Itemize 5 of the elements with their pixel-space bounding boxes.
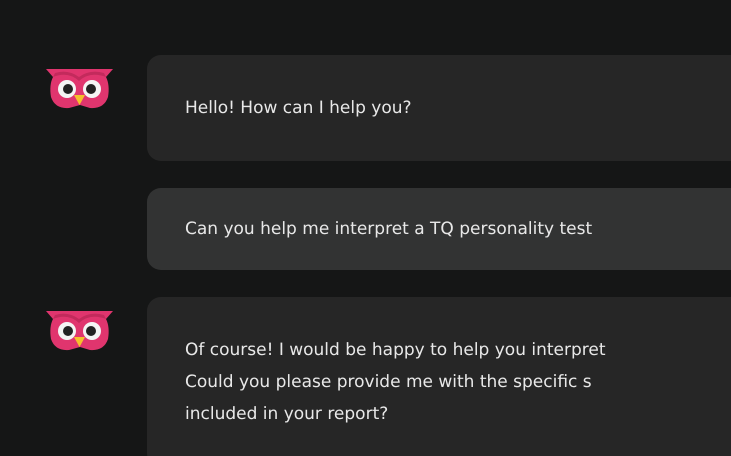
message-text: included in your report?: [185, 403, 390, 426]
message-text: Could you please provide me with the specific s: [185, 371, 593, 394]
message-text: Of course! I would be happy to help you interpret: [185, 339, 607, 362]
message-text: Hello! How can I help you?: [185, 97, 413, 120]
message-text: Can you help me interpret a TQ personality test: [185, 218, 594, 241]
